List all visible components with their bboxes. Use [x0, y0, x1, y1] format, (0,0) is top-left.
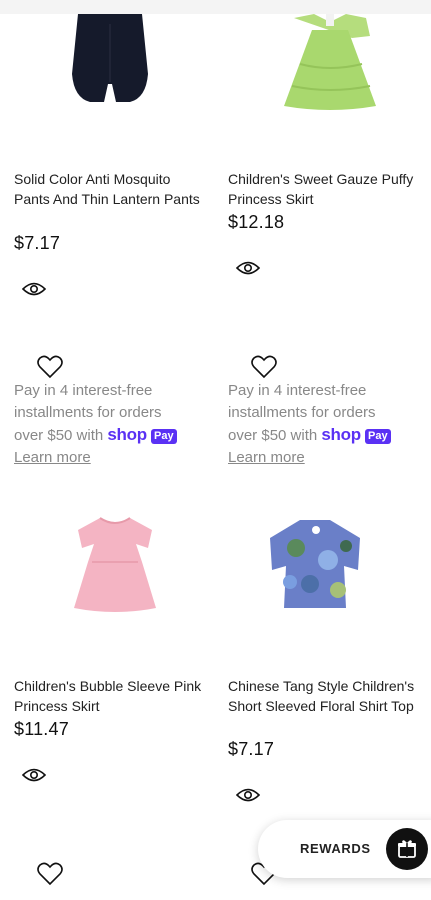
eye-icon[interactable] — [22, 767, 46, 783]
product-image-pink-dress[interactable] — [72, 516, 158, 614]
eye-icon[interactable] — [236, 787, 260, 803]
rewards-launcher[interactable]: REWARDS — [258, 820, 431, 878]
heart-icon[interactable] — [37, 862, 63, 886]
product-image-green-dress[interactable] — [280, 14, 380, 110]
shop-pay-logo: shop — [321, 425, 361, 444]
product-price: $7.17 — [14, 233, 61, 253]
shop-pay-installments: Pay in 4 interest-free installments for … — [228, 380, 424, 469]
product-title[interactable]: Solid Color Anti Mosquito Pants And Thin… — [14, 169, 204, 209]
eye-icon[interactable] — [22, 281, 46, 297]
product-title[interactable]: Chinese Tang Style Children's Short Slee… — [228, 676, 418, 716]
eye-icon[interactable] — [236, 260, 260, 276]
rewards-label[interactable]: REWARDS — [300, 841, 371, 856]
gift-icon — [398, 840, 416, 858]
product-image-floral-shirt[interactable] — [266, 518, 364, 610]
heart-icon[interactable] — [37, 355, 63, 379]
rewards-button[interactable] — [386, 828, 428, 870]
product-price: $7.17 — [228, 739, 275, 759]
product-title[interactable]: Children's Bubble Sleeve Pink Princess S… — [14, 676, 204, 716]
product-price: $12.18 — [228, 212, 285, 232]
product-image-pants[interactable] — [70, 14, 150, 106]
top-edge — [0, 0, 431, 14]
product-price: $11.47 — [14, 719, 69, 739]
product-title[interactable]: Children's Sweet Gauze Puffy Princess Sk… — [228, 169, 418, 209]
learn-more-link[interactable]: Learn more — [14, 449, 91, 466]
heart-icon[interactable] — [251, 355, 277, 379]
shop-pay-installments: Pay in 4 interest-free installments for … — [14, 380, 210, 469]
learn-more-link[interactable]: Learn more — [228, 449, 305, 466]
shop-pay-logo: shop — [107, 425, 147, 444]
